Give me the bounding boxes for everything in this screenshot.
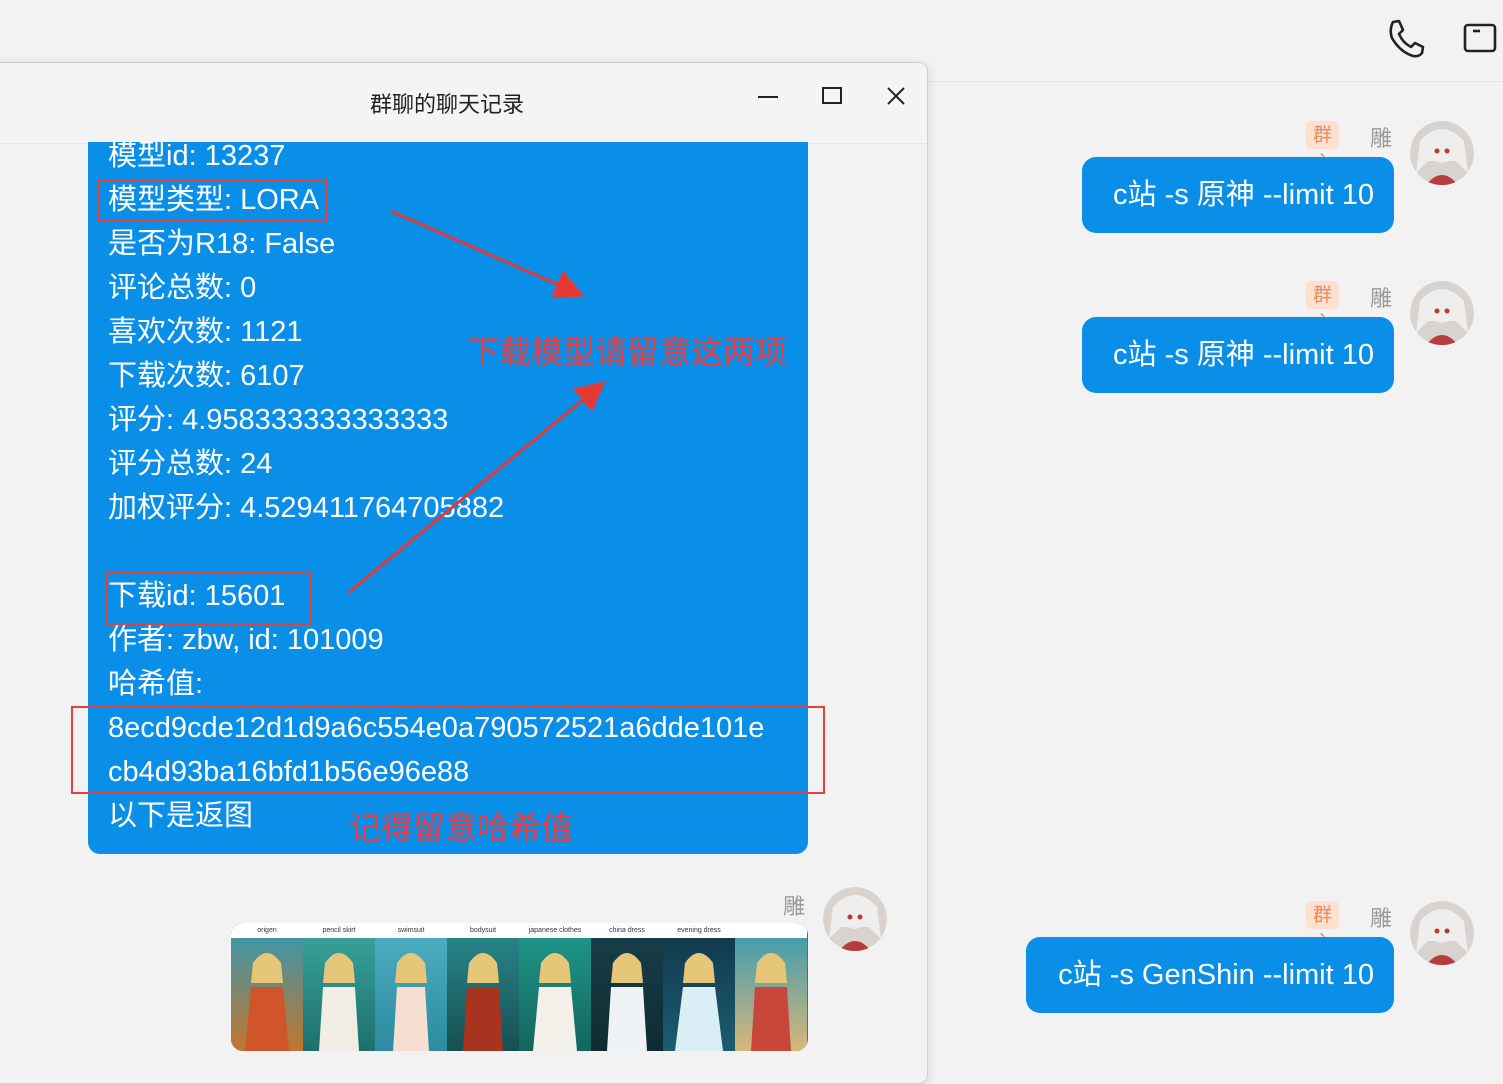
owner-badge: 群主 (1306, 901, 1340, 954)
return-images-line: 以下是返图 (108, 800, 254, 832)
avatar[interactable] (823, 887, 887, 951)
download-count-line: 下载次数: 6107 (108, 360, 305, 392)
video-camera-icon[interactable] (1462, 16, 1503, 60)
close-icon[interactable] (876, 77, 916, 117)
image-cell: china dress (591, 923, 663, 1051)
r18-line: 是否为R18: False (108, 228, 336, 260)
image-cell-label: china dress (591, 923, 663, 938)
model-type-highlight-box (97, 180, 328, 222)
message-bubble[interactable]: c站 -s GenShin --limit 10 (1026, 937, 1394, 1013)
owner-badge: 群主 (1306, 121, 1340, 174)
avatar[interactable] (1410, 121, 1474, 185)
phone-icon[interactable] (1384, 16, 1428, 60)
owner-badge: 群主 (1306, 281, 1340, 334)
image-cell-label: origen (231, 923, 303, 938)
image-cell-label: swimsuit (375, 923, 447, 938)
author-line: 作者: zbw, id: 101009 (108, 624, 384, 656)
rating-line: 评分: 4.958333333333333 (108, 404, 449, 436)
maximize-icon[interactable] (812, 77, 852, 117)
image-cell: pencil skirt (303, 923, 375, 1051)
image-cell (735, 923, 807, 1051)
sender-name: 雕 (783, 895, 806, 920)
message-bubble[interactable]: c站 -s 原神 --limit 10 (1082, 317, 1394, 393)
avatar[interactable] (1410, 901, 1474, 965)
image-cell: evening dress (663, 923, 735, 1051)
hash-label-line: 哈希值: (108, 668, 204, 700)
image-cell-label: japanese clothes (519, 923, 591, 938)
message-bubble[interactable]: c站 -s 原神 --limit 10 (1082, 157, 1394, 233)
hash-highlight-box (71, 706, 825, 794)
image-cell: japanese clothes (519, 923, 591, 1051)
image-cell: origen (231, 923, 303, 1051)
image-cell-label: pencil skirt (303, 923, 375, 938)
sender-name: 雕 (1370, 907, 1393, 932)
download-id-highlight-box (106, 571, 312, 625)
window-titlebar[interactable]: 群聊的聊天记录 (0, 63, 927, 144)
image-cell: bodysuit (447, 923, 519, 1051)
chat-history-window: 群聊的聊天记录 模型id: 13237 模型类型: LORA 是否为R18: F… (0, 62, 928, 1084)
annotation-note-download: 下载模型请留意这两项 (467, 333, 788, 371)
annotation-note-hash: 记得留意哈希值 (349, 809, 574, 847)
comment-count-line: 评论总数: 0 (108, 272, 257, 304)
returned-image-grid[interactable]: origen pencil skirt swimsuit bodysuit ja… (231, 923, 808, 1051)
image-cell-label: evening dress (663, 923, 735, 938)
model-id-line: 模型id: 13237 (108, 140, 286, 172)
image-cell-label (735, 923, 807, 938)
rating-count-line: 评分总数: 24 (108, 448, 273, 480)
image-cell-label: bodysuit (447, 923, 519, 938)
sender-name: 雕 (1370, 287, 1393, 312)
weighted-rating-line: 加权评分: 4.529411764705882 (108, 492, 505, 524)
minimize-icon[interactable] (748, 77, 788, 117)
avatar[interactable] (1410, 281, 1474, 345)
image-cell: swimsuit (375, 923, 447, 1051)
like-count-line: 喜欢次数: 1121 (108, 316, 303, 348)
sender-name: 雕 (1370, 127, 1393, 152)
